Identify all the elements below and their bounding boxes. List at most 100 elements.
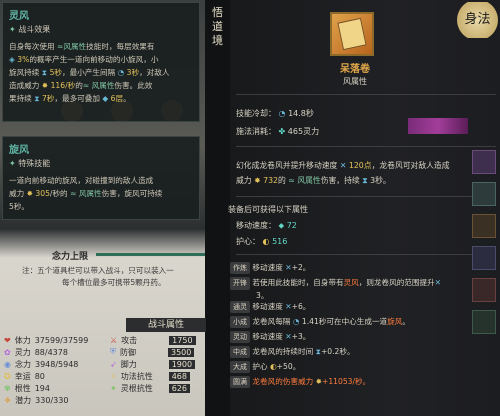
percent-icon: ◈ [9, 55, 15, 64]
slot-icon[interactable] [472, 278, 496, 302]
stat-label: 潜力 [15, 395, 32, 405]
stat-value: 626 [168, 383, 190, 393]
text: /秒的 [49, 189, 68, 198]
text: 龙卷风的持续时间 [252, 347, 314, 356]
interval-value: 3秒 [126, 68, 140, 77]
stat-label: 防御 [120, 347, 136, 357]
stat-value: 194 [34, 383, 50, 393]
text: 龙卷风每隔 [252, 317, 291, 326]
stat-label: 体力 [14, 335, 31, 345]
movement-seal: 身法 [455, 2, 500, 38]
text: 造成威力 [9, 81, 40, 90]
text: ，最多可叠加 [54, 94, 100, 103]
stat-label: 灵力 [14, 347, 31, 357]
upgrade-list: 作炼 移动速度 ✕+2。 开锋 若使用此技能时，自身带有灵风，则龙卷风的范围提升… [230, 262, 470, 391]
shield-icon: ◐ [262, 237, 270, 246]
protect-label: 护心： [236, 237, 260, 246]
item-name: 呆落卷 [340, 64, 370, 75]
highlight-text: 龙卷风的伤害威力 [252, 377, 314, 386]
note-line-1: 注：五个道具栏可以带入战斗，只可以装入一 [22, 266, 174, 275]
stat-label: 根性 [14, 383, 31, 393]
power-value: 116/秒 [50, 81, 76, 90]
stat-value: 37599/37599 [34, 335, 89, 345]
upgrade-row: 作炼 移动速度 ✕+2。 [230, 262, 470, 277]
battle-stats-title: 战斗属性 [147, 320, 184, 330]
text: ，则龙卷风的范围提升 [358, 278, 435, 287]
cost-value: 465灵力 [287, 127, 320, 136]
attack-icon: ⚔ [110, 335, 118, 345]
power-value: 305 [35, 189, 50, 198]
clock-icon: ◔ [278, 109, 286, 118]
text: 旋风持续 [9, 68, 40, 77]
power-value: 732 [263, 176, 278, 185]
protect-row: 护心： ◐ 516 [236, 236, 476, 247]
tab-wudaojing[interactable]: 悟 道 境 [205, 0, 230, 64]
stat-row: ✿ 灵力 88/4378 [4, 346, 114, 358]
defense-icon: ⛨ [110, 347, 116, 356]
power-icon: ✸ [254, 176, 261, 185]
tooltip-subtitle-row: ✦ 战斗效果 [9, 24, 193, 35]
text: 若使用此技能时，自身带有 [252, 278, 344, 287]
stat-label: 念力 [14, 359, 31, 369]
mana-limit-label: 念力上限 [52, 252, 89, 262]
highlight-text: 旋风 [387, 317, 403, 326]
text: 1.41秒可在中心生成一道 [301, 317, 388, 326]
text: 3。 [256, 291, 269, 300]
skill-resist-icon: ✧ [110, 371, 117, 381]
stat-row: ❤ 体力 37599/37599 [4, 334, 114, 346]
power-icon: ✸ [26, 189, 33, 198]
stat-value: 330/330 [35, 395, 69, 405]
stat-value: 88/4378 [34, 347, 68, 357]
slot-icon[interactable] [472, 214, 496, 238]
spirit-icon: ✤ [278, 127, 286, 136]
text: 自身每次使用 [9, 42, 55, 51]
text: 的概率产生一道向前移动的小旋风，小 [29, 55, 159, 64]
fan-icon: ✦ [9, 25, 16, 34]
text: 移动速度 [252, 302, 283, 311]
tooltip-subtitle: 战斗效果 [18, 25, 51, 34]
upgrade-tag: 灵动 [230, 331, 250, 343]
inventory-note: 注：五个道具栏可以带入战斗，只可以装入一 每个槽位最多可携带5颗丹药。 [22, 265, 207, 289]
scroll-graphic [337, 17, 367, 51]
move-speed-value: 72 [286, 221, 297, 230]
stat-value: 468 [168, 371, 190, 381]
stack-value: 6层 [110, 94, 124, 103]
divider [236, 94, 496, 95]
upgrade-row: 大成 护心 ◐+50。 [230, 361, 470, 376]
potential-icon: ❖ [4, 395, 12, 405]
power-icon: ✸ [41, 81, 49, 90]
skill-icon: ✦ [9, 159, 16, 168]
text: 。 [382, 176, 391, 185]
cross-icon: ✕ [339, 161, 347, 170]
text: 技能时，每层效果有 [86, 42, 155, 51]
mana-limit-bar [96, 253, 205, 256]
duration-value: 5秒 [49, 68, 62, 77]
text: 一道向前移动的旋风，对碰撞到的敌人造成 [9, 176, 154, 185]
clock-icon: ◔ [292, 317, 300, 326]
stat-row: ➶ 脚力 1900 [110, 358, 205, 370]
upgrade-tag: 小成 [230, 316, 250, 328]
stat-row: ✧ 功法抗性 468 [110, 370, 205, 382]
slot-icon[interactable] [472, 182, 496, 206]
slot-icon[interactable] [472, 150, 496, 174]
stat-row: ❖ 潜力 330/330 [4, 394, 114, 406]
text: 5秒。 [9, 202, 30, 211]
upgrade-tag: 通灵 [230, 301, 250, 313]
upgrade-row: 开锋 若使用此技能时，自身带有灵风，则龙卷风的范围提升✕ 3。 [230, 277, 470, 301]
text: +6。 [291, 302, 311, 311]
stat-row: ⚔ 攻击 1750 [110, 334, 205, 346]
cooldown-label: 技能冷却： [236, 109, 276, 118]
text: +3。 [291, 332, 311, 341]
text: 的 [75, 81, 83, 90]
slot-icon[interactable] [472, 310, 496, 334]
item-description: 幻化成龙卷风并提升移动速度 ✕ 120点，龙卷风可对敌人造成 威力 ✸ 732的… [236, 158, 494, 188]
hourglass-icon: ⧗ [34, 94, 40, 103]
text: +0.2秒。 [320, 347, 355, 356]
text: 移动速度 [252, 332, 283, 341]
root-resist-icon: ✦ [110, 383, 117, 393]
upgrade-row: 中成 龙卷风的持续时间 ⧗+0.2秒。 [230, 346, 470, 361]
slot-icon[interactable] [472, 246, 496, 270]
duration-value: 3秒 [370, 176, 383, 185]
lingfeng-tooltip: 灵风 ✦ 战斗效果 自身每次使用 ≈风属性技能时，每层效果有 ◈ 3%的概率产生… [2, 2, 200, 122]
divider [236, 146, 496, 147]
